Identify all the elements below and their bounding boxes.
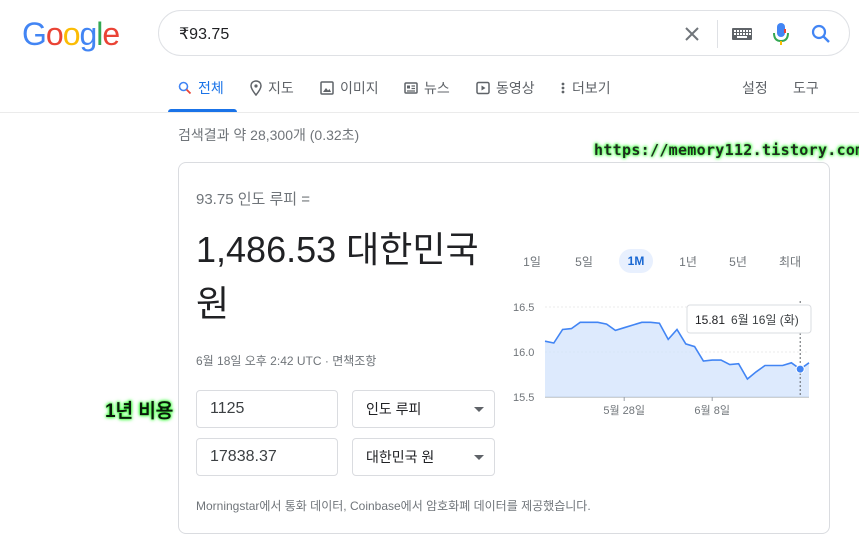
search-tabs: 전체 지도 이미지 뉴스 동영상 더보기 설정 도구 — [0, 64, 859, 113]
keyboard-icon — [732, 28, 752, 40]
y-tick-label: 16.5 — [513, 302, 534, 314]
video-icon — [476, 81, 490, 95]
tab-videos[interactable]: 동영상 — [476, 78, 535, 98]
news-icon — [404, 82, 418, 94]
logo-letter: o — [45, 16, 64, 52]
amount-to-input[interactable] — [196, 438, 338, 476]
exchange-rate-chart[interactable]: 16.5 16.0 15.5 5월 28일 6월 8일 15.81 6월 16일 (화) — [509, 291, 814, 421]
search-button[interactable] — [809, 22, 833, 46]
y-tick-label: 15.5 — [513, 392, 534, 404]
rate-timestamp: 6월 18일 오후 2:42 UTC · 면책조항 — [196, 354, 377, 368]
image-icon — [320, 81, 334, 95]
microphone-icon — [773, 23, 789, 45]
logo-letter: o — [62, 16, 81, 52]
data-source-note: Morningstar에서 통화 데이터, Coinbase에서 암호화폐 데이… — [196, 499, 591, 513]
search-divider — [717, 20, 718, 48]
logo-letter: G — [22, 16, 47, 52]
time-range-selector: 1일 5일 1M 1년 5년 최대 — [519, 247, 809, 275]
voice-search-button[interactable] — [770, 21, 792, 47]
tab-label: 뉴스 — [424, 80, 450, 96]
clear-search-button[interactable] — [680, 22, 704, 46]
result-stats: 검색결과 약 28,300개 (0.32초) — [178, 127, 360, 143]
logo-letter: g — [79, 16, 97, 52]
tab-label: 더보기 — [572, 80, 611, 96]
series-area — [545, 322, 809, 397]
tab-label: 동영상 — [496, 80, 535, 96]
map-pin-icon — [250, 80, 262, 96]
dropdown-arrow-icon — [474, 455, 484, 460]
tab-label: 전체 — [198, 80, 224, 96]
close-icon — [685, 27, 699, 41]
tooltip-value: 15.81 — [695, 313, 725, 327]
currency-converter-card: 93.75 인도 루피 = 1,486.53 대한민국 원 6월 18일 오후 … — [178, 162, 830, 534]
currency-from-select[interactable]: 인도 루피 — [352, 390, 495, 428]
dropdown-arrow-icon — [474, 407, 484, 412]
tab-more[interactable]: 더보기 — [560, 78, 611, 98]
currency-from-label: 인도 루피 — [366, 401, 422, 417]
tab-images[interactable]: 이미지 — [320, 78, 379, 98]
search-input[interactable] — [179, 23, 659, 45]
range-button-3[interactable]: 1년 — [675, 249, 701, 273]
range-button-0[interactable]: 1일 — [519, 249, 545, 273]
google-logo[interactable]: Google — [22, 16, 120, 53]
converted-result: 1,486.53 대한민국 원 — [196, 229, 479, 324]
tooltip-point — [795, 364, 805, 374]
y-tick-label: 16.0 — [513, 347, 534, 359]
tools-link[interactable]: 도구 — [793, 78, 819, 98]
active-tab-indicator — [168, 109, 237, 112]
settings-link[interactable]: 설정 — [742, 78, 768, 98]
range-button-5[interactable]: 최대 — [775, 249, 805, 273]
range-button-4[interactable]: 5년 — [725, 249, 751, 273]
tab-news[interactable]: 뉴스 — [404, 78, 450, 98]
tab-label: 지도 — [268, 80, 294, 96]
from-amount-label: 93.75 인도 루피 = — [196, 191, 310, 208]
range-button-1[interactable]: 5일 — [571, 249, 597, 273]
search-icon — [811, 24, 830, 43]
watermark-text: https://memory112.tistory.com — [594, 141, 859, 159]
search-icon — [178, 81, 192, 95]
tab-all[interactable]: 전체 — [178, 78, 224, 98]
tab-label: 이미지 — [340, 80, 379, 96]
tooltip-date: 6월 16일 (화) — [731, 313, 799, 327]
currency-to-label: 대한민국 원 — [366, 449, 435, 465]
tab-maps[interactable]: 지도 — [250, 78, 294, 98]
more-vert-icon — [561, 82, 565, 94]
side-annotation-label: 1년 비용 — [105, 401, 174, 422]
range-button-2[interactable]: 1M — [619, 249, 653, 273]
amount-from-input[interactable] — [196, 390, 338, 428]
logo-letter: e — [102, 16, 120, 52]
x-tick-label: 5월 28일 — [603, 403, 645, 417]
search-box — [158, 10, 850, 56]
keyboard-button[interactable] — [730, 23, 754, 45]
x-tick-label: 6월 8일 — [694, 403, 730, 417]
currency-to-select[interactable]: 대한민국 원 — [352, 438, 495, 476]
